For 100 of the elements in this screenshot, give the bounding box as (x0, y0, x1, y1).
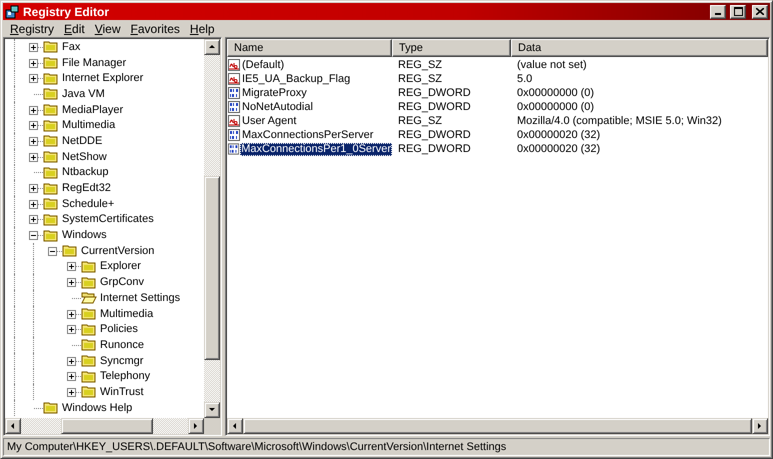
tree-item[interactable]: Ntbackup (61, 166, 110, 178)
scroll-thumb[interactable] (204, 176, 220, 360)
expand-icon[interactable] (67, 372, 76, 382)
tree-item[interactable]: CurrentVersion (80, 244, 156, 257)
string-value-icon (228, 59, 240, 71)
tree-item[interactable]: RegEdt32 (61, 182, 112, 194)
expand-icon[interactable] (29, 184, 38, 194)
value-type: REG_SZ (397, 73, 444, 85)
registry-editor-icon (5, 4, 19, 18)
tree-item[interactable]: Java VM (61, 88, 106, 100)
menu-item[interactable]: Help (184, 22, 220, 36)
left-arrow-icon (9, 422, 17, 430)
string-value-icon (228, 115, 240, 127)
binary-value-icon (228, 101, 240, 113)
menu-item[interactable]: Edit (59, 22, 90, 36)
value-name[interactable]: (Default) (241, 58, 286, 72)
binary-value-icon (228, 129, 240, 141)
tree-item[interactable]: NetDDE (61, 134, 104, 147)
collapse-icon[interactable] (48, 246, 57, 256)
tree-item[interactable]: WinTrust (99, 386, 145, 398)
value-type: REG_DWORD (397, 101, 472, 113)
expand-icon[interactable] (29, 106, 38, 115)
tree-item[interactable]: NetShow (61, 150, 108, 163)
expand-icon[interactable] (67, 262, 76, 272)
expand-icon[interactable] (67, 310, 76, 319)
value-type: REG_DWORD (397, 87, 472, 99)
value-name[interactable]: IE5_UA_Backup_Flag (241, 72, 352, 86)
value-name[interactable]: MaxConnectionsPer1_0Server (240, 142, 392, 156)
up-arrow-icon (208, 43, 216, 51)
value-data: 0x00000020 (32) (516, 143, 602, 155)
value-type: REG_SZ (397, 115, 444, 127)
expand-icon[interactable] (29, 74, 38, 84)
column-header[interactable]: Data (511, 39, 768, 57)
maximize-button[interactable] (730, 4, 746, 18)
binary-value-icon (228, 143, 240, 155)
tree-item[interactable]: Multimedia (61, 119, 116, 132)
left-arrow-icon (231, 422, 239, 430)
tree-item[interactable]: MediaPlayer (61, 104, 124, 116)
scroll-down-button[interactable] (204, 402, 220, 418)
column-header[interactable]: Type (392, 39, 511, 57)
tree-item[interactable]: Schedule+ (61, 198, 116, 210)
expand-icon[interactable] (29, 200, 38, 209)
menu-item[interactable]: Registry (5, 22, 60, 36)
tree-item[interactable]: GrpConv (99, 276, 146, 288)
minimize-button[interactable] (710, 4, 726, 18)
scroll-up-button[interactable] (204, 39, 220, 55)
value-name[interactable]: User Agent (241, 114, 298, 128)
value-name[interactable]: NoNetAutodial (241, 100, 314, 114)
tree-item[interactable]: Telephony (99, 370, 152, 382)
column-header[interactable]: Name (227, 39, 392, 57)
expand-icon[interactable] (67, 278, 76, 288)
scroll-right-button[interactable] (188, 418, 204, 434)
tree-item[interactable]: Internet Explorer (61, 72, 144, 84)
value-data: 0x00000000 (0) (516, 87, 596, 99)
tree-item[interactable]: Internet Settings (99, 292, 182, 304)
value-name[interactable]: MigrateProxy (241, 86, 308, 100)
value-type: REG_DWORD (397, 143, 472, 155)
scroll-right-button[interactable] (752, 418, 768, 434)
tree-item[interactable]: Windows (61, 229, 108, 242)
registry-path: My Computer\HKEY_USERS\.DEFAULT\Software\Microsoft\Windows\CurrentVersion\Internet Settings (7, 441, 506, 453)
string-value-icon (228, 73, 240, 85)
right-arrow-icon (192, 422, 200, 430)
window-title: Registry Editor (23, 4, 110, 18)
expand-icon[interactable] (67, 325, 76, 334)
close-icon (756, 8, 764, 15)
value-name[interactable]: MaxConnectionsPerServer (241, 128, 374, 142)
menu-item[interactable]: Favorites (126, 22, 185, 36)
expand-icon[interactable] (29, 121, 38, 130)
tree-item[interactable]: Fax (61, 40, 82, 53)
tree-item[interactable]: File Manager (61, 56, 128, 69)
value-data: 0x00000020 (32) (516, 129, 602, 141)
tree-item[interactable]: Multimedia (99, 308, 154, 320)
tree-item[interactable]: Explorer (99, 260, 142, 272)
tree-item[interactable]: Windows Help (61, 402, 134, 414)
scroll-left-button[interactable] (227, 418, 243, 434)
expand-icon[interactable] (67, 388, 76, 397)
value-data: (value not set) (516, 59, 588, 71)
tree-item[interactable]: Runonce (99, 338, 146, 351)
value-data: 0x00000000 (0) (516, 101, 596, 113)
collapse-icon[interactable] (29, 231, 38, 240)
tree-item[interactable]: Policies (99, 323, 139, 336)
value-type: REG_SZ (397, 59, 444, 71)
tree-item[interactable]: Syncmgr (99, 354, 144, 367)
expand-icon[interactable] (29, 42, 38, 52)
menu-item[interactable]: View (90, 22, 126, 36)
right-arrow-icon (756, 422, 764, 430)
vertical-scrollbar[interactable] (204, 39, 220, 418)
close-button[interactable] (752, 4, 768, 18)
scroll-left-button[interactable] (5, 418, 21, 434)
expand-icon[interactable] (29, 58, 38, 68)
value-type: REG_DWORD (397, 129, 472, 141)
expand-icon[interactable] (67, 356, 76, 366)
expand-icon[interactable] (29, 152, 38, 162)
horizontal-scrollbar[interactable] (5, 418, 204, 434)
expand-icon[interactable] (29, 136, 38, 146)
scroll-thumb[interactable] (61, 418, 153, 434)
tree-item[interactable]: SystemCertificates (61, 213, 155, 226)
scrollbar-corner (204, 418, 220, 434)
value-data: Mozilla/4.0 (compatible; MSIE 5.0; Win32) (516, 115, 723, 127)
expand-icon[interactable] (29, 215, 38, 224)
